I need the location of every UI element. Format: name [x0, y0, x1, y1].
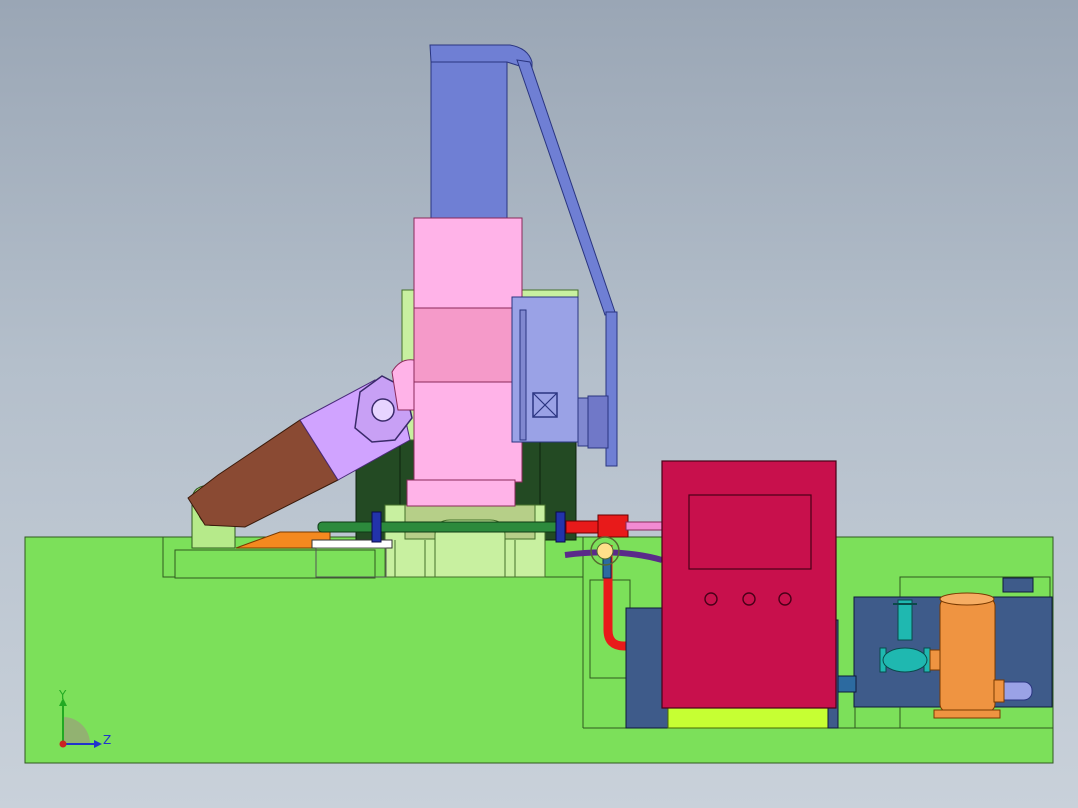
- control-display: [688, 494, 812, 570]
- control-box[interactable]: [661, 460, 837, 709]
- pedestal[interactable]: [384, 504, 546, 578]
- z-axis-label: Z: [103, 733, 111, 747]
- assembly-drawing: Y Z: [24, 44, 1054, 764]
- y-axis-label: Y: [58, 688, 67, 702]
- motor-block[interactable]: [511, 296, 609, 449]
- cad-viewport[interactable]: Y Z: [0, 0, 1078, 808]
